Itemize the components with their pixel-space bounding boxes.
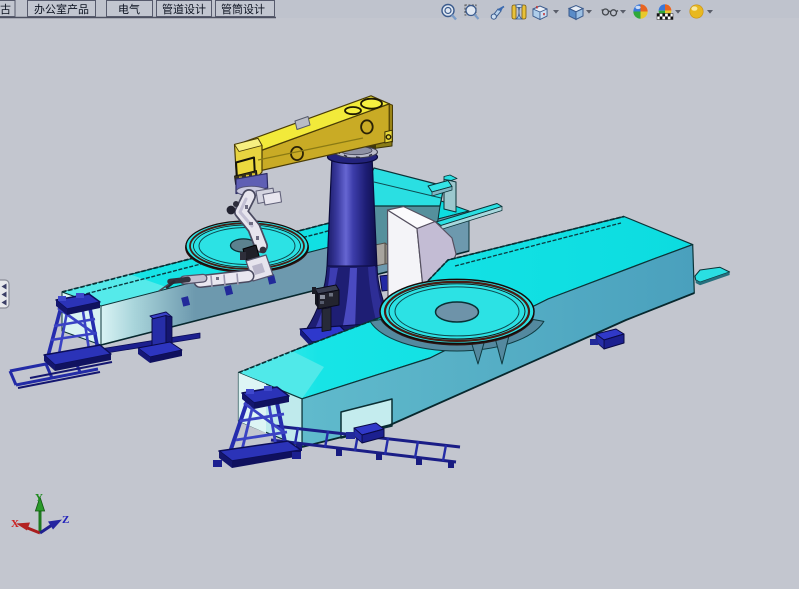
- svg-text:办公室产品: 办公室产品: [34, 2, 89, 16]
- svg-text:X: X: [11, 518, 19, 530]
- svg-text:管道设计: 管道设计: [162, 2, 206, 16]
- svg-text:管筒设计: 管筒设计: [221, 2, 265, 16]
- svg-text:Z: Z: [62, 514, 69, 526]
- svg-text:电气: 电气: [118, 2, 140, 16]
- svg-text:Y: Y: [35, 492, 43, 504]
- svg-text:古: 古: [0, 3, 11, 16]
